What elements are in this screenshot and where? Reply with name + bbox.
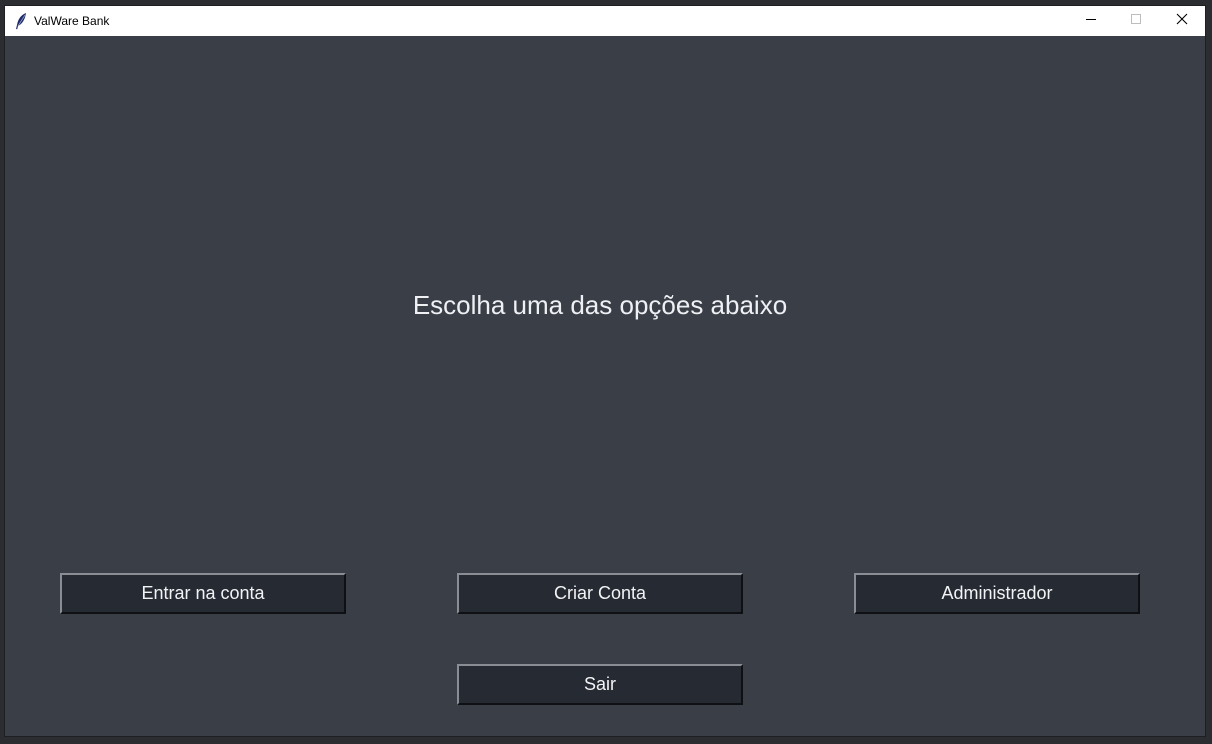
maximize-icon — [1130, 12, 1142, 30]
minimize-button[interactable] — [1068, 6, 1114, 36]
minimize-icon — [1085, 12, 1097, 30]
exit-button[interactable]: Sair — [457, 664, 743, 705]
admin-button[interactable]: Administrador — [854, 573, 1140, 614]
close-icon — [1176, 12, 1188, 30]
maximize-button[interactable] — [1113, 6, 1159, 36]
close-button[interactable] — [1159, 6, 1205, 36]
page-heading: Escolha uma das opções abaixo — [412, 290, 788, 320]
main-content: Escolha uma das opções abaixo Entrar na … — [5, 36, 1205, 736]
feather-icon — [13, 12, 29, 30]
title-bar[interactable]: ValWare Bank — [5, 6, 1205, 36]
create-account-button[interactable]: Criar Conta — [457, 573, 743, 614]
window-title: ValWare Bank — [34, 14, 110, 28]
app-window: ValWare Bank Escolha uma das opções abai… — [5, 6, 1205, 736]
login-button[interactable]: Entrar na conta — [60, 573, 346, 614]
